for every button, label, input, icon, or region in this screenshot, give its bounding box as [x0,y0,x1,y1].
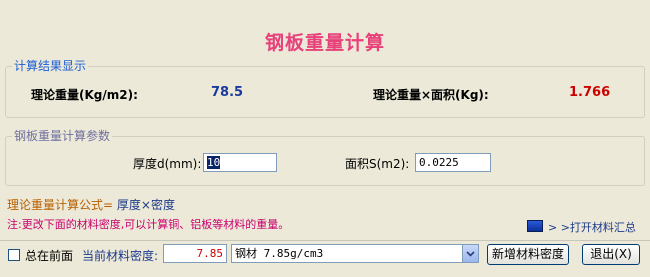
formula-value: 厚度×密度 [116,198,175,212]
bottom-toolbar: 总在前面 当前材料密度: 7.85 钢材 7.85g/cm3 新增材料密度 退出… [0,240,650,277]
formula-line: 理论重量计算公式= 厚度×密度 [7,196,175,213]
formula-label: 理论重量计算公式= [7,198,114,212]
material-select[interactable]: 钢材 7.85g/cm3 [231,244,479,263]
params-group: 钢板重量计算参数 厚度d(mm): 10 面积S(m2): 0.0225 [5,129,645,186]
thickness-input[interactable]: 10 [203,153,277,172]
exit-button[interactable]: 退出(X) [582,244,640,265]
density-input[interactable]: 7.85 [163,244,227,263]
params-group-legend: 钢板重量计算参数 [12,129,113,143]
unit-weight-label: 理论重量(Kg/m2): [31,88,138,102]
area-input[interactable]: 0.0225 [415,153,491,172]
open-materials-label: > >打开材料汇总 [548,221,636,234]
total-weight-label: 理论重量×面积(Kg): [373,88,489,102]
always-on-top-label[interactable]: 总在前面 [25,247,73,264]
thickness-input-value: 10 [207,156,221,169]
area-label: 面积S(m2): [345,157,410,171]
results-group: 计算结果显示 理论重量(Kg/m2): 78.5 理论重量×面积(Kg): 1.… [5,59,645,118]
thickness-label: 厚度d(mm): [133,157,202,171]
window-title: 钢板重量计算 [264,32,385,54]
results-group-legend: 计算结果显示 [12,59,89,73]
current-density-label: 当前材料密度: [82,249,159,263]
add-density-button[interactable]: 新增材料密度 [487,244,569,265]
material-select-value: 钢材 7.85g/cm3 [235,247,324,260]
always-on-top-checkbox[interactable] [8,249,20,261]
materials-table-icon [527,220,543,232]
unit-weight-value: 78.5 [211,85,244,100]
open-materials-link[interactable]: > >打开材料汇总 [527,219,636,235]
density-note: 注:更改下面的材料密度,可以计算铜、铝板等材料的重量。 [7,218,290,231]
total-weight-value: 1.766 [569,85,611,100]
dropdown-arrow-icon [462,245,478,262]
